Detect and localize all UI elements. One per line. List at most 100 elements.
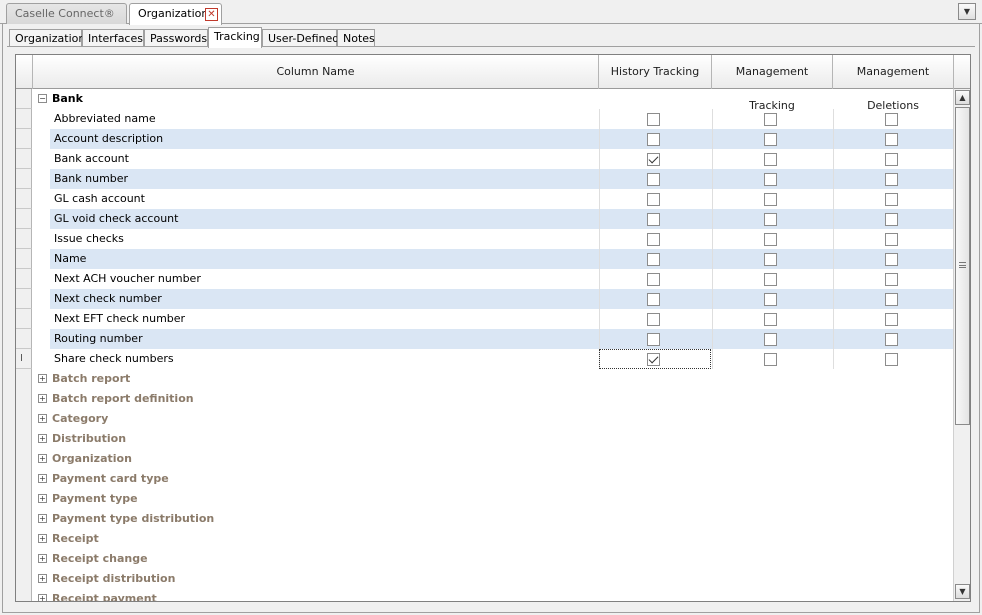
plus-icon[interactable]: + xyxy=(38,374,47,383)
row-header[interactable] xyxy=(16,429,32,449)
table-row[interactable]: Next ACH voucher number xyxy=(16,269,953,289)
row-header[interactable] xyxy=(16,129,32,149)
table-row[interactable]: Abbreviated name xyxy=(16,109,953,129)
history-tracking-checkbox[interactable] xyxy=(647,333,660,346)
doc-tab-caselle-connect[interactable]: Caselle Connect® xyxy=(6,3,127,24)
plus-icon[interactable]: + xyxy=(38,554,47,563)
table-row[interactable]: GL void check account xyxy=(16,209,953,229)
tab-organization[interactable]: Organization xyxy=(9,29,85,47)
table-row[interactable]: Name xyxy=(16,249,953,269)
row-header[interactable] xyxy=(16,389,32,409)
group-row[interactable]: + Distribution xyxy=(16,429,953,449)
management-tracking-checkbox[interactable] xyxy=(764,193,777,206)
row-header[interactable]: I xyxy=(16,349,32,369)
history-tracking-checkbox[interactable] xyxy=(647,313,660,326)
history-tracking-checkbox[interactable] xyxy=(647,253,660,266)
tab-tracking[interactable]: Tracking xyxy=(208,27,262,48)
management-tracking-checkbox[interactable] xyxy=(764,113,777,126)
row-header[interactable] xyxy=(16,289,32,309)
history-tracking-checkbox[interactable] xyxy=(647,133,660,146)
doc-tab-organization[interactable]: Organization ✕ xyxy=(129,3,222,25)
tab-user-defined[interactable]: User-Defined xyxy=(262,29,339,47)
history-tracking-checkbox[interactable] xyxy=(647,293,660,306)
row-header[interactable] xyxy=(16,229,32,249)
management-deletions-checkbox[interactable] xyxy=(885,153,898,166)
table-row[interactable]: Next EFT check number xyxy=(16,309,953,329)
history-tracking-checkbox[interactable] xyxy=(647,193,660,206)
row-header[interactable] xyxy=(16,189,32,209)
management-tracking-checkbox[interactable] xyxy=(764,173,777,186)
vertical-scrollbar[interactable]: ▲ ▼ xyxy=(953,89,970,601)
plus-icon[interactable]: + xyxy=(38,514,47,523)
group-row[interactable]: + Organization xyxy=(16,449,953,469)
group-row[interactable]: + Receipt xyxy=(16,529,953,549)
row-header[interactable] xyxy=(16,209,32,229)
management-tracking-checkbox[interactable] xyxy=(764,133,777,146)
history-tracking-checkbox[interactable] xyxy=(647,273,660,286)
management-deletions-checkbox[interactable] xyxy=(885,233,898,246)
scroll-thumb[interactable] xyxy=(955,107,970,425)
plus-icon[interactable]: + xyxy=(38,494,47,503)
close-icon[interactable]: ✕ xyxy=(205,8,218,21)
row-header[interactable] xyxy=(16,449,32,469)
chevron-down-icon[interactable]: ▼ xyxy=(958,3,976,20)
management-tracking-checkbox[interactable] xyxy=(764,333,777,346)
management-tracking-checkbox[interactable] xyxy=(764,293,777,306)
management-tracking-checkbox[interactable] xyxy=(764,153,777,166)
row-header[interactable] xyxy=(16,249,32,269)
plus-icon[interactable]: + xyxy=(38,574,47,583)
group-row[interactable]: + Payment card type xyxy=(16,469,953,489)
group-row[interactable]: − Bank xyxy=(16,89,953,109)
row-header[interactable] xyxy=(16,329,32,349)
row-header[interactable] xyxy=(16,169,32,189)
table-row[interactable]: Account description xyxy=(16,129,953,149)
row-header[interactable] xyxy=(16,89,32,109)
row-header[interactable] xyxy=(16,309,32,329)
row-header[interactable] xyxy=(16,489,32,509)
history-tracking-checkbox[interactable] xyxy=(647,233,660,246)
group-row[interactable]: + Batch report definition xyxy=(16,389,953,409)
management-deletions-checkbox[interactable] xyxy=(885,293,898,306)
history-tracking-checkbox[interactable] xyxy=(647,113,660,126)
row-header[interactable] xyxy=(16,569,32,589)
history-tracking-checkbox[interactable] xyxy=(647,173,660,186)
scroll-up-button[interactable]: ▲ xyxy=(955,90,970,105)
group-row[interactable]: + Payment type xyxy=(16,489,953,509)
group-row[interactable]: + Payment type distribution xyxy=(16,509,953,529)
tracking-grid[interactable]: Column Name History Tracking Management … xyxy=(15,54,971,602)
history-tracking-checkbox[interactable] xyxy=(647,213,660,226)
management-tracking-checkbox[interactable] xyxy=(764,313,777,326)
group-row[interactable]: + Batch report xyxy=(16,369,953,389)
minus-icon[interactable]: − xyxy=(38,94,47,103)
table-row[interactable]: Next check number xyxy=(16,289,953,309)
plus-icon[interactable]: + xyxy=(38,394,47,403)
management-deletions-checkbox[interactable] xyxy=(885,333,898,346)
scroll-down-button[interactable]: ▼ xyxy=(955,584,970,599)
row-header[interactable] xyxy=(16,109,32,129)
management-deletions-checkbox[interactable] xyxy=(885,173,898,186)
management-deletions-checkbox[interactable] xyxy=(885,213,898,226)
table-row[interactable]: Issue checks xyxy=(16,229,953,249)
column-header-management-tracking[interactable]: Management Tracking xyxy=(712,55,833,112)
management-tracking-checkbox[interactable] xyxy=(764,353,777,366)
management-deletions-checkbox[interactable] xyxy=(885,133,898,146)
group-row[interactable]: + Receipt distribution xyxy=(16,569,953,589)
row-header[interactable] xyxy=(16,369,32,389)
management-tracking-checkbox[interactable] xyxy=(764,213,777,226)
row-header[interactable] xyxy=(16,269,32,289)
management-deletions-checkbox[interactable] xyxy=(885,253,898,266)
plus-icon[interactable]: + xyxy=(38,454,47,463)
row-header[interactable] xyxy=(16,409,32,429)
group-row[interactable]: + Receipt payment xyxy=(16,589,953,601)
plus-icon[interactable]: + xyxy=(38,594,47,601)
table-row[interactable]: GL cash account xyxy=(16,189,953,209)
column-header-name[interactable]: Column Name xyxy=(33,55,599,89)
group-row[interactable]: + Receipt change xyxy=(16,549,953,569)
column-header-history-tracking[interactable]: History Tracking xyxy=(599,55,712,89)
plus-icon[interactable]: + xyxy=(38,414,47,423)
history-tracking-checkbox[interactable] xyxy=(647,153,660,166)
plus-icon[interactable]: + xyxy=(38,434,47,443)
table-row[interactable]: I Share check numbers xyxy=(16,349,953,369)
table-row[interactable]: Bank number xyxy=(16,169,953,189)
plus-icon[interactable]: + xyxy=(38,534,47,543)
